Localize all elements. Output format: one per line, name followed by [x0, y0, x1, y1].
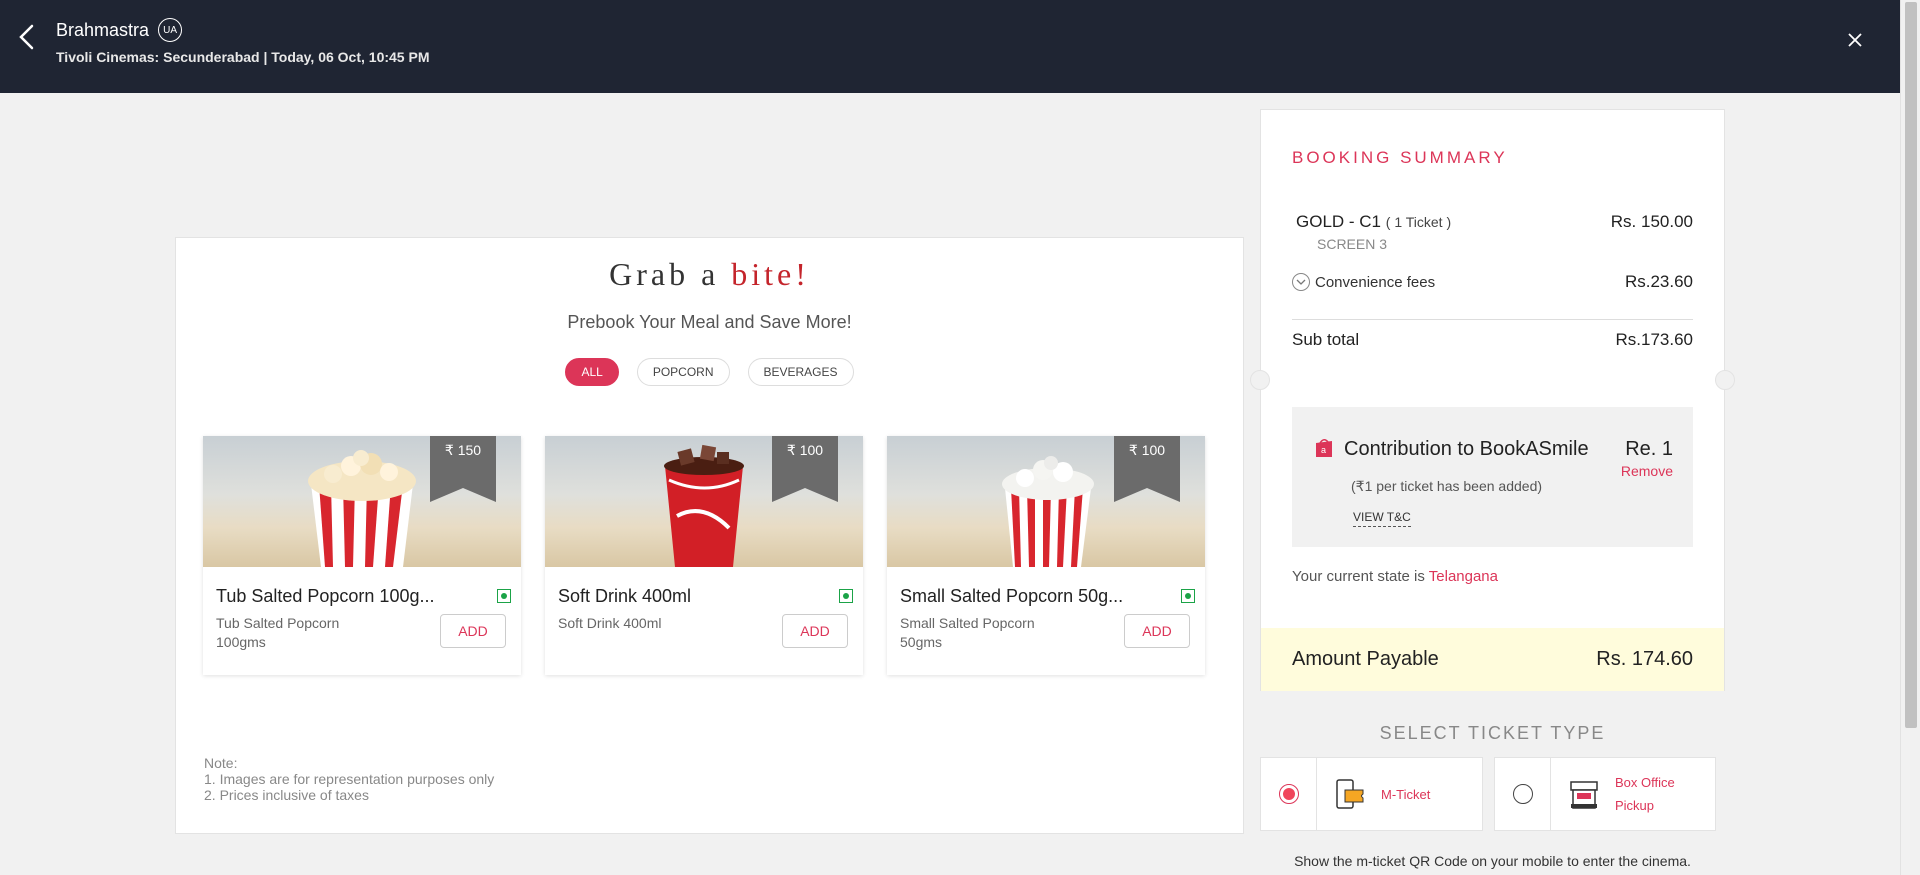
- food-title: Grab a bite!: [176, 256, 1243, 293]
- food-card: ₹ 100 Soft Drink 400ml Soft Drink 400ml …: [545, 436, 863, 675]
- add-button[interactable]: ADD: [1124, 614, 1190, 648]
- convenience-fees-toggle[interactable]: Convenience fees: [1292, 273, 1435, 291]
- state-line: Your current state is Telangana: [1292, 568, 1498, 585]
- screen-label: SCREEN 3: [1317, 236, 1388, 252]
- popcorn-small-image: ₹ 100: [887, 436, 1205, 567]
- add-button[interactable]: ADD: [782, 614, 848, 648]
- veg-icon: [1181, 589, 1195, 603]
- ticket-notch: [1250, 370, 1270, 390]
- booking-summary: BOOKING SUMMARY GOLD - C1 ( 1 Ticket ) R…: [1250, 109, 1735, 691]
- veg-icon: [839, 589, 853, 603]
- contribution-title: Contribution to BookASmile: [1344, 438, 1589, 460]
- note-title: Note:: [204, 755, 238, 771]
- top-header: Brahmastra UA Tivoli Cinemas: Secunderab…: [0, 0, 1900, 93]
- filter-all[interactable]: ALL: [565, 358, 619, 386]
- mticket-info[interactable]: M-Ticket: [1317, 758, 1430, 830]
- food-item-name: Tub Salted Popcorn 100g...: [216, 586, 435, 606]
- mticket-radio[interactable]: [1278, 784, 1299, 804]
- view-tnc-link[interactable]: VIEW T&C: [1353, 510, 1411, 527]
- contribution-box: a Contribution to BookASmile Re. 1 Remov…: [1292, 407, 1693, 547]
- subtotal-value: Rs.173.60: [1615, 330, 1694, 349]
- page-scrollbar[interactable]: [1900, 0, 1920, 875]
- soft-drink-cup-icon: [664, 444, 744, 567]
- ticket-count: ( 1 Ticket ): [1385, 214, 1452, 230]
- food-item-desc-line1: Tub Salted Popcorn: [216, 615, 340, 631]
- food-item-desc-line1: Soft Drink 400ml: [558, 615, 662, 631]
- amount-payable-bar: Amount Payable Rs. 174.60: [1261, 628, 1724, 691]
- ticket-option-box-office[interactable]: Box Office Pickup: [1494, 757, 1716, 831]
- mticket-label: M-Ticket: [1381, 786, 1431, 802]
- food-item-name: Small Salted Popcorn 50g...: [900, 586, 1124, 606]
- scrollbar-thumb[interactable]: [1905, 2, 1917, 728]
- price-tag: ₹ 150: [430, 436, 496, 502]
- food-item-desc-line2: 50gms: [900, 634, 943, 650]
- filter-popcorn[interactable]: POPCORN: [636, 358, 730, 386]
- radio-cell[interactable]: [1495, 758, 1551, 830]
- bookasmile-icon: a: [1314, 437, 1334, 459]
- ticket-price: Rs. 150.00: [1610, 212, 1693, 231]
- ticket-label: GOLD - C1: [1296, 212, 1382, 231]
- box-office-label-line2: Pickup: [1615, 798, 1655, 813]
- box-office-info[interactable]: Box Office Pickup: [1551, 758, 1675, 830]
- add-button[interactable]: ADD: [440, 614, 506, 648]
- price-tag: ₹ 100: [1114, 436, 1180, 502]
- box-office-radio[interactable]: [1512, 784, 1533, 804]
- payable-value: Rs. 174.60: [1596, 648, 1693, 670]
- food-item-desc-line1: Small Salted Popcorn: [900, 615, 1035, 631]
- food-item-desc: Small Salted Popcorn 50gms: [900, 614, 1100, 652]
- close-icon[interactable]: [1845, 30, 1865, 50]
- food-card: ₹ 150 Tub Salted Popcorn 100g... Tub Sal…: [203, 436, 521, 675]
- food-item-name: Soft Drink 400ml: [558, 586, 692, 606]
- fee-label: Convenience fees: [1315, 273, 1436, 291]
- summary-title: BOOKING SUMMARY: [1292, 148, 1508, 167]
- movie-title-row: Brahmastra UA: [56, 18, 183, 42]
- popcorn-tub-image: ₹ 150: [203, 436, 521, 567]
- certificate-badge: UA: [158, 18, 183, 42]
- back-arrow-icon[interactable]: [14, 22, 40, 52]
- payable-label: Amount Payable: [1292, 648, 1439, 670]
- show-info: Tivoli Cinemas: Secunderabad | Today, 06…: [56, 49, 430, 65]
- ticket-type-title: SELECT TICKET TYPE: [1379, 723, 1606, 743]
- food-note: Note: 1. Images are for representation p…: [204, 755, 494, 803]
- food-filters: ALL POPCORN BEVERAGES: [176, 358, 1243, 386]
- ticket-notch: [1715, 370, 1735, 390]
- chevron-down-icon[interactable]: [1292, 273, 1310, 291]
- note-line: 2. Prices inclusive of taxes: [204, 787, 369, 803]
- popcorn-tub-icon: [308, 450, 416, 567]
- food-item-desc: Tub Salted Popcorn 100gms: [216, 614, 416, 652]
- ticket-option-mticket[interactable]: M-Ticket: [1260, 757, 1483, 831]
- food-item-desc-line2: 100gms: [216, 634, 266, 650]
- food-cards: ₹ 150 Tub Salted Popcorn 100g... Tub Sal…: [203, 436, 1205, 675]
- box-office-label: Box Office Pickup: [1615, 771, 1675, 817]
- price-tag: ₹ 100: [772, 436, 838, 502]
- popcorn-small-icon: [1002, 456, 1094, 567]
- mobile-ticket-icon: [1336, 779, 1364, 809]
- remove-contribution-link[interactable]: Remove: [1621, 463, 1673, 479]
- svg-text:a: a: [1321, 445, 1326, 455]
- state-name[interactable]: Telangana: [1429, 568, 1498, 585]
- box-office-icon: [1570, 781, 1598, 809]
- veg-icon: [497, 589, 511, 603]
- mticket-note: Show the m-ticket QR Code on your mobile…: [1294, 853, 1691, 869]
- filter-beverages[interactable]: BEVERAGES: [747, 358, 854, 386]
- food-title-part2: bite!: [731, 256, 810, 292]
- contribution-amount: Re. 1: [1625, 438, 1673, 460]
- food-card: ₹ 100 Small Salted Popcorn 50g... Small …: [887, 436, 1205, 675]
- state-prefix: Your current state is: [1292, 568, 1425, 585]
- box-office-label-line1: Box Office: [1615, 775, 1675, 790]
- food-title-part1: Grab a: [609, 256, 720, 292]
- movie-title: Brahmastra: [56, 19, 150, 40]
- food-panel: Grab a bite! Prebook Your Meal and Save …: [175, 237, 1244, 834]
- contribution-note: (₹1 per ticket has been added): [1351, 478, 1543, 494]
- soft-drink-image: ₹ 100: [545, 436, 863, 567]
- divider: [1292, 319, 1693, 320]
- food-item-desc: Soft Drink 400ml: [558, 614, 758, 633]
- note-line: 1. Images are for representation purpose…: [204, 771, 495, 787]
- fee-price: Rs.23.60: [1624, 272, 1693, 291]
- ticket-line: GOLD - C1 ( 1 Ticket ): [1296, 212, 1451, 232]
- food-subtitle: Prebook Your Meal and Save More!: [567, 312, 852, 332]
- subtotal-label: Sub total: [1292, 330, 1360, 349]
- radio-cell[interactable]: [1261, 758, 1317, 830]
